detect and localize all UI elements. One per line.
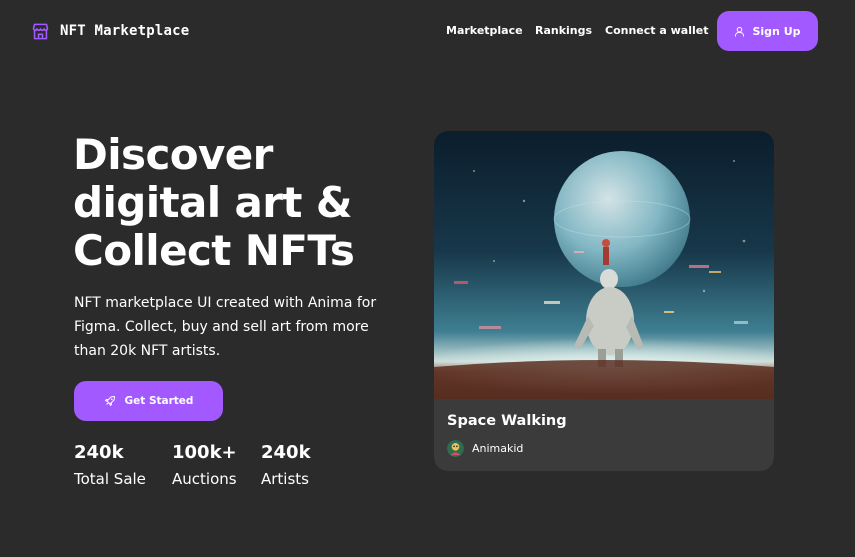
sign-up-button[interactable]: Sign Up [717,11,818,51]
nft-artist[interactable]: Animakid [447,440,523,457]
nav-link-connect-wallet[interactable]: Connect a wallet [605,24,708,37]
get-started-label: Get Started [124,395,194,407]
stat-auctions: 100k+ Auctions [172,441,237,493]
nav-link-rankings[interactable]: Rankings [535,24,592,37]
featured-nft-card[interactable]: Space Walking Animakid [434,131,774,471]
stat-label: Total Sale [74,470,146,488]
sign-up-label: Sign Up [752,24,801,38]
hero-description-line: than 20k NFT artists. [74,343,221,359]
hero-title: Discover digital art & Collect NFTs [73,131,413,275]
stat-total-sale: 240k Total Sale [74,441,146,493]
hero-title-line: Collect NFTs [73,226,355,275]
stat-artists: 240k Artists [261,441,311,493]
stat-value: 240k [74,442,124,463]
rocket-icon [104,396,115,406]
user-icon [735,26,745,37]
storefront-icon [32,23,49,39]
nft-artwork-image [434,131,774,399]
nft-title: Space Walking [447,413,567,429]
brand-name: NFT Marketplace [60,23,190,39]
top-navigation-bar: NFT Marketplace Marketplace Rankings Con… [0,0,855,62]
hero-description-line: NFT marketplace UI created with Anima fo… [74,295,377,311]
hero-description: NFT marketplace UI created with Anima fo… [74,291,404,363]
brand-logo[interactable]: NFT Marketplace [31,20,189,42]
nav-link-marketplace[interactable]: Marketplace [446,24,523,37]
hero-description-line: Figma. Collect, buy and sell art from mo… [74,319,369,335]
artist-avatar [447,440,464,457]
get-started-button[interactable]: Get Started [74,381,223,421]
stat-value: 240k [261,442,311,463]
stat-label: Auctions [172,470,237,488]
stat-label: Artists [261,470,309,488]
artist-name: Animakid [472,442,524,455]
hero-title-line: Discover [73,130,273,179]
stat-value: 100k+ [172,442,237,463]
hero-title-line: digital art & [73,178,353,227]
